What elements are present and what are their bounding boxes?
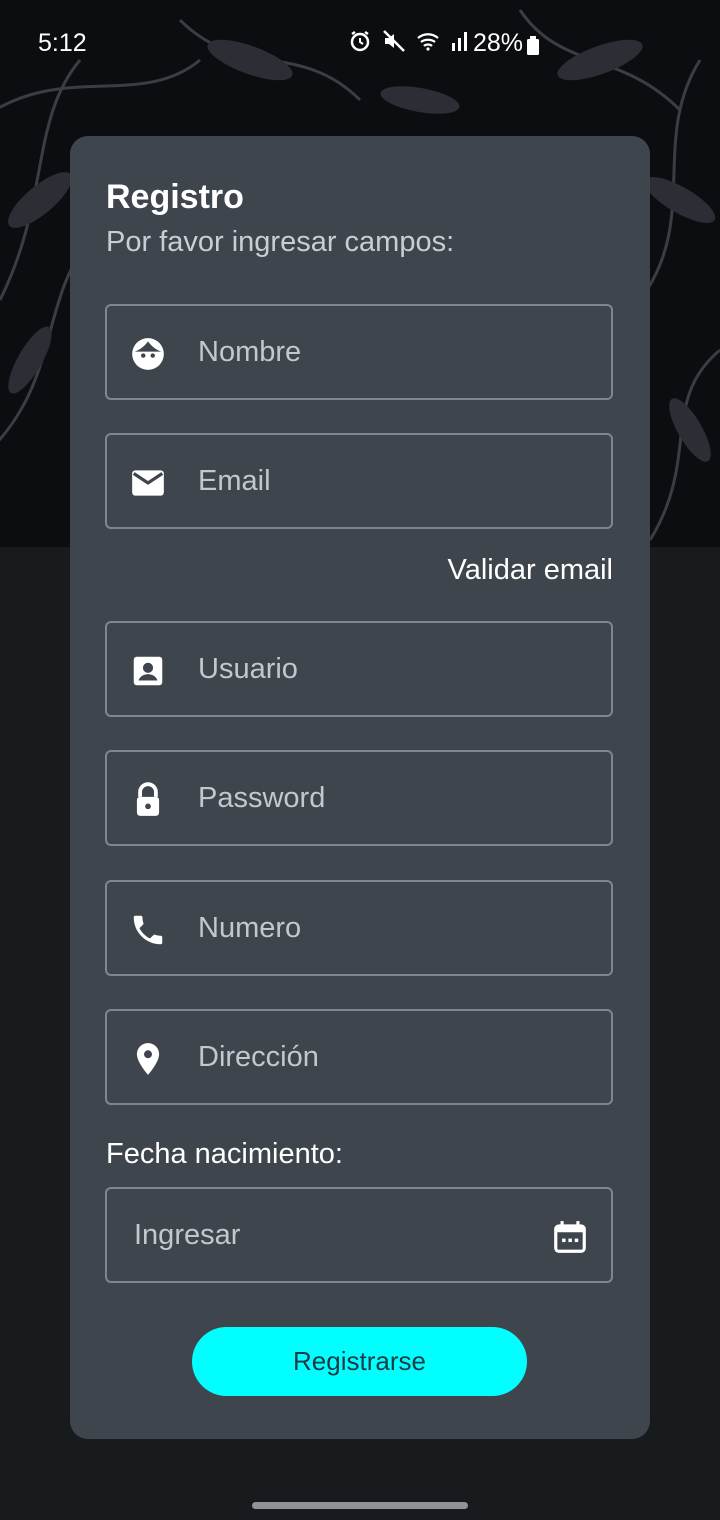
password-field-placeholder: Password bbox=[198, 782, 326, 814]
status-icons bbox=[348, 29, 468, 53]
name-field-placeholder: Nombre bbox=[198, 336, 302, 368]
account-box-icon bbox=[133, 656, 163, 686]
alarm-icon bbox=[350, 30, 370, 52]
address-field-placeholder: Dirección bbox=[198, 1041, 319, 1073]
wifi-icon bbox=[417, 33, 439, 51]
calendar-icon[interactable] bbox=[551, 1218, 589, 1256]
form-title: Registro bbox=[106, 178, 244, 216]
signal-icon bbox=[452, 32, 467, 51]
email-field-placeholder: Email bbox=[198, 465, 271, 497]
register-button[interactable]: Registrarse bbox=[192, 1327, 527, 1396]
phone-icon bbox=[133, 915, 163, 945]
password-field[interactable]: Password bbox=[105, 750, 613, 846]
email-field[interactable]: Email bbox=[105, 433, 613, 529]
address-field[interactable]: Dirección bbox=[105, 1009, 613, 1105]
username-field[interactable]: Usuario bbox=[105, 621, 613, 717]
battery-percentage: 28% bbox=[473, 29, 524, 57]
status-time: 5:12 bbox=[38, 29, 87, 57]
form-subtitle: Por favor ingresar campos: bbox=[106, 226, 455, 258]
phone-field[interactable]: Numero bbox=[105, 880, 613, 976]
birthdate-field[interactable]: Ingresar bbox=[105, 1187, 613, 1283]
location-pin-icon bbox=[136, 1043, 160, 1075]
face-icon bbox=[132, 338, 164, 370]
registration-card: Registro Por favor ingresar campos: Nomb… bbox=[70, 136, 650, 1439]
name-field[interactable]: Nombre bbox=[105, 304, 613, 400]
mail-icon bbox=[132, 470, 164, 496]
home-indicator[interactable] bbox=[252, 1502, 468, 1509]
username-field-placeholder: Usuario bbox=[198, 653, 298, 685]
status-bar: 5:12 28% bbox=[0, 0, 720, 88]
birthdate-placeholder: Ingresar bbox=[134, 1219, 241, 1251]
lock-icon bbox=[136, 782, 160, 816]
birthdate-label: Fecha nacimiento: bbox=[106, 1138, 343, 1170]
mute-icon bbox=[383, 30, 405, 52]
validate-email-link[interactable]: Validar email bbox=[448, 554, 613, 587]
battery-icon bbox=[527, 36, 539, 55]
phone-field-placeholder: Numero bbox=[198, 912, 302, 944]
